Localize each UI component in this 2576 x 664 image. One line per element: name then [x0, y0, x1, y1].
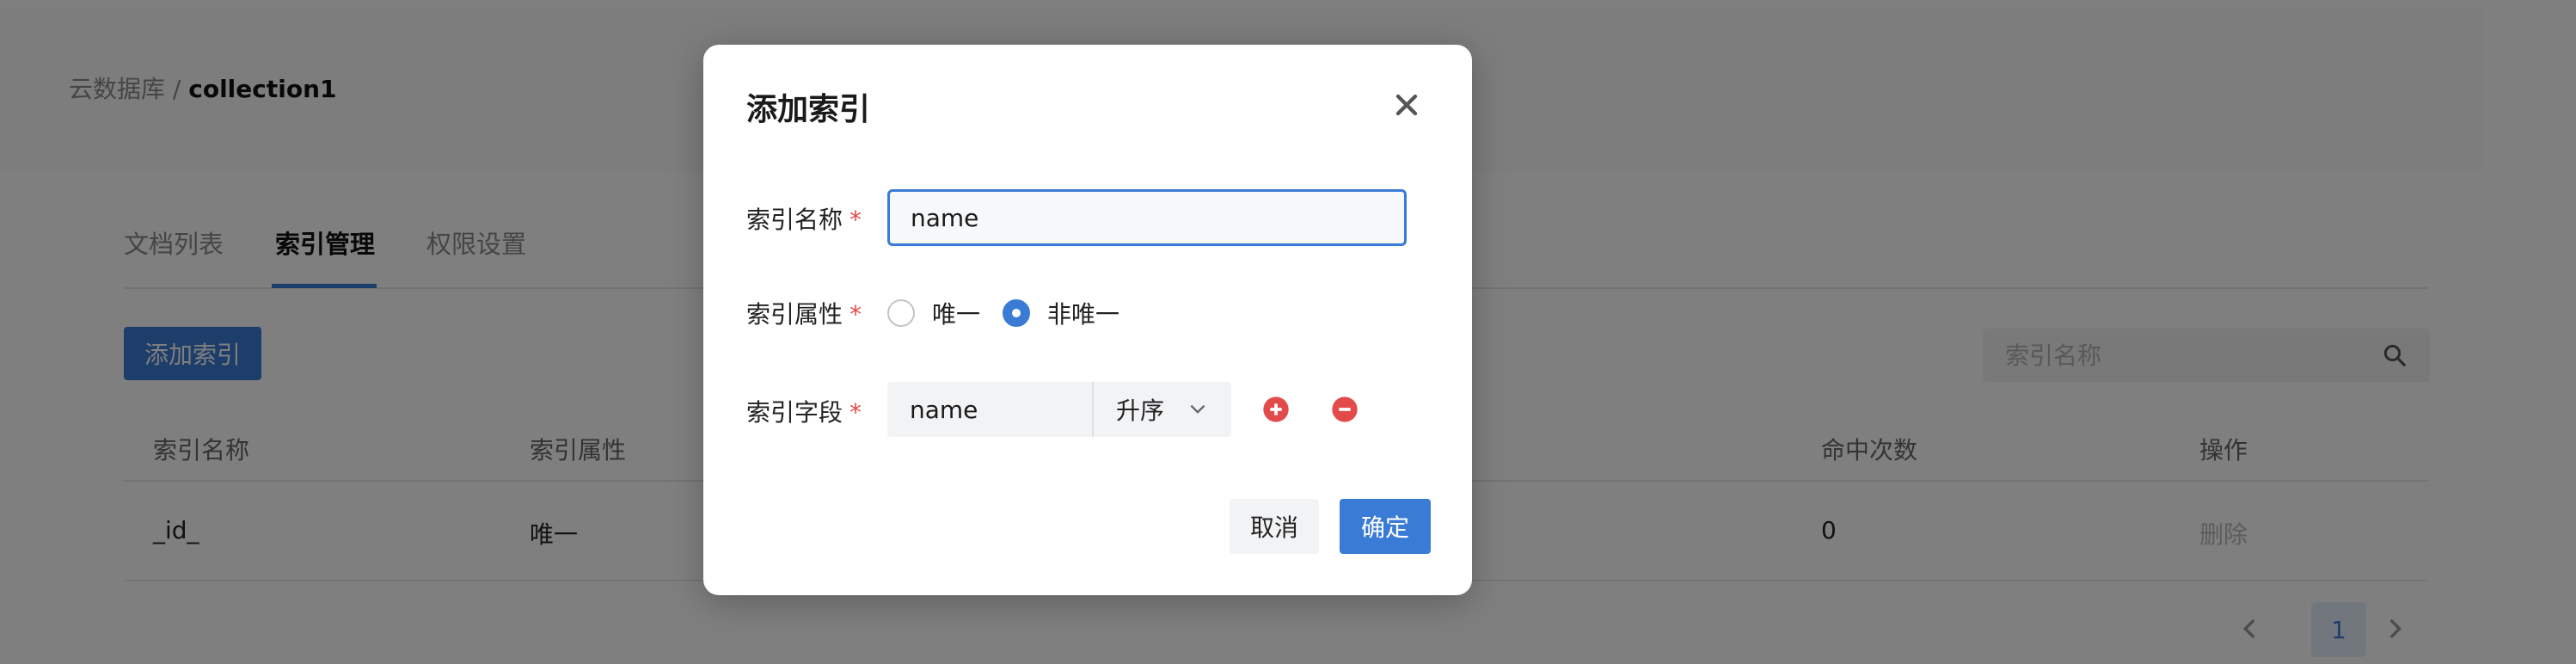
close-icon[interactable] — [1389, 88, 1424, 122]
index-field-label: 索引字段 * — [746, 398, 862, 427]
radio-non-unique-circle[interactable] — [1003, 299, 1030, 327]
index-field-row: 索引字段* 升序 — [746, 382, 1434, 437]
chevron-down-icon — [1190, 404, 1205, 414]
sort-order-select[interactable]: 升序 — [1094, 382, 1231, 437]
index-name-label: 索引名称 * — [746, 206, 862, 234]
cancel-button[interactable]: 取消 — [1230, 499, 1319, 554]
dialog-footer: 取消 确定 — [1230, 499, 1436, 554]
index-property-label: 索引属性 * — [746, 300, 862, 329]
radio-unique-circle[interactable] — [887, 299, 915, 327]
index-name-row: 索引名称 * — [746, 189, 1434, 246]
radio-unique-label: 唯一 — [932, 300, 981, 329]
confirm-button[interactable]: 确定 — [1340, 499, 1431, 554]
radio-non-unique-label: 非唯一 — [1047, 300, 1120, 329]
plus-circle-icon[interactable] — [1262, 396, 1290, 423]
dialog-title: 添加索引 — [746, 92, 871, 127]
radio-unique[interactable]: 唯一 — [887, 296, 980, 330]
sort-order-value: 升序 — [1116, 397, 1165, 425]
add-index-dialog: 添加索引 索引名称* 索引属性* 唯一 非唯一 索引字段* 升序 — [703, 45, 1472, 595]
radio-non-unique[interactable]: 非唯一 — [1003, 296, 1119, 330]
index-name-input[interactable] — [887, 189, 1407, 246]
index-property-row: 索引属性 * 唯一 非唯一 — [746, 284, 1434, 339]
minus-circle-icon[interactable] — [1331, 396, 1359, 423]
index-field-input[interactable] — [887, 382, 1094, 437]
